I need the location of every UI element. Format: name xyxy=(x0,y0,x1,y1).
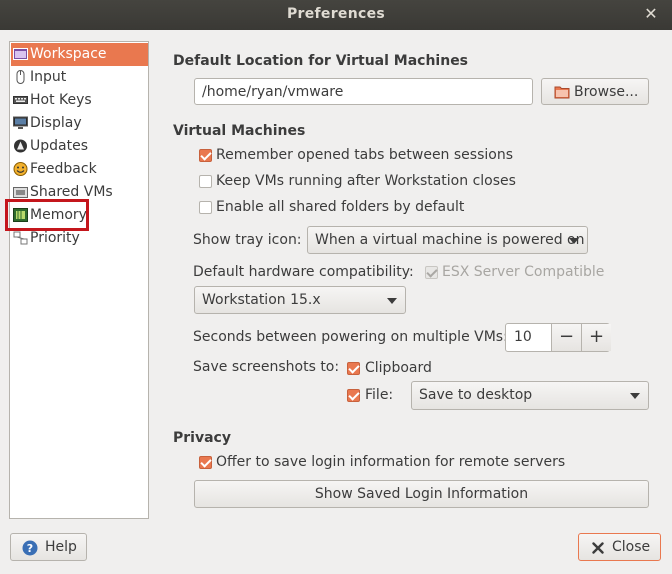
location-path-input[interactable]: /home/ryan/vmware xyxy=(194,78,533,105)
shared-vms-icon xyxy=(13,187,28,198)
keyboard-icon xyxy=(13,96,28,104)
sidebar-item-hot-keys[interactable]: Hot Keys xyxy=(11,89,148,112)
help-icon: ? xyxy=(22,540,38,556)
shared-folders-label: Enable all shared folders by default xyxy=(216,199,465,215)
priority-icon xyxy=(13,231,28,245)
seconds-label: Seconds between powering on multiple VMs… xyxy=(193,329,508,345)
browse-button[interactable]: Browse... xyxy=(541,78,649,105)
sidebar-item-display[interactable]: Display xyxy=(11,112,148,135)
title-bar[interactable]: Preferences ✕ xyxy=(0,0,672,30)
chevron-down-icon xyxy=(387,298,397,304)
mouse-icon xyxy=(16,70,25,84)
close-button[interactable]: Close xyxy=(578,533,661,561)
hw-compat-dropdown[interactable]: Workstation 15.x xyxy=(194,286,406,314)
chevron-down-icon xyxy=(569,238,579,244)
tray-icon-value: When a virtual machine is powered on xyxy=(315,232,585,248)
seconds-spinner[interactable]: 10 − + xyxy=(505,323,611,352)
help-button-label: Help xyxy=(45,539,77,555)
sidebar-item-label: Feedback xyxy=(30,161,97,177)
chevron-down-icon xyxy=(630,393,640,399)
show-saved-login-button[interactable]: Show Saved Login Information xyxy=(194,480,649,508)
sidebar-item-feedback[interactable]: Feedback xyxy=(11,158,148,181)
sidebar-item-label: Updates xyxy=(30,138,88,154)
sidebar-item-input[interactable]: Input xyxy=(11,66,148,89)
folder-icon xyxy=(554,86,570,99)
virtual-machines-heading: Virtual Machines xyxy=(173,123,306,139)
privacy-heading: Privacy xyxy=(173,430,231,446)
close-icon xyxy=(592,542,604,554)
sidebar-item-label: Hot Keys xyxy=(30,92,92,108)
sidebar-item-workspace[interactable]: Workspace xyxy=(11,43,148,66)
window-close-icon[interactable]: ✕ xyxy=(642,4,660,24)
sidebar-item-label: Display xyxy=(30,115,82,131)
increment-button[interactable]: + xyxy=(581,324,611,351)
seconds-value[interactable]: 10 xyxy=(514,324,532,351)
screenshots-label: Save screenshots to: xyxy=(193,359,340,375)
remember-tabs-checkbox[interactable] xyxy=(199,149,212,162)
offer-save-login-checkbox[interactable] xyxy=(199,456,212,469)
clipboard-label: Clipboard xyxy=(365,360,432,376)
sidebar-item-label: Input xyxy=(30,69,67,85)
file-destination-value: Save to desktop xyxy=(419,387,533,403)
preferences-sidebar: Workspace Input Hot Keys Display Updates… xyxy=(9,41,149,519)
file-destination-dropdown[interactable]: Save to desktop xyxy=(411,381,649,410)
updates-icon xyxy=(14,139,27,153)
sidebar-item-label: Workspace xyxy=(30,46,107,62)
workspace-icon xyxy=(13,48,28,60)
file-checkbox[interactable] xyxy=(347,389,360,402)
window-title: Preferences xyxy=(286,6,386,22)
shared-folders-checkbox[interactable] xyxy=(199,201,212,214)
hw-compat-label: Default hardware compatibility: xyxy=(193,264,414,280)
tray-icon-dropdown[interactable]: When a virtual machine is powered on xyxy=(307,226,588,254)
browse-button-label: Browse... xyxy=(574,84,639,100)
remember-tabs-label: Remember opened tabs between sessions xyxy=(216,147,514,163)
close-button-label: Close xyxy=(612,539,651,555)
sidebar-item-updates[interactable]: Updates xyxy=(11,135,148,158)
esx-compatible-label: ESX Server Compatible xyxy=(442,264,605,280)
memory-highlight-box xyxy=(5,199,89,231)
hw-compat-value: Workstation 15.x xyxy=(202,292,321,308)
keep-vms-running-label: Keep VMs running after Workstation close… xyxy=(216,173,516,189)
feedback-icon xyxy=(13,162,28,176)
tray-icon-label: Show tray icon: xyxy=(193,232,302,248)
decrement-button[interactable]: − xyxy=(551,324,581,351)
file-label: File: xyxy=(365,387,394,403)
monitor-icon xyxy=(13,116,28,129)
svg-text:?: ? xyxy=(27,542,33,555)
default-location-heading: Default Location for Virtual Machines xyxy=(173,53,469,69)
preferences-window: Preferences ✕ Workspace Input Hot Keys D… xyxy=(0,0,672,574)
offer-save-login-label: Offer to save login information for remo… xyxy=(216,454,566,470)
clipboard-checkbox[interactable] xyxy=(347,362,360,375)
help-button[interactable]: ? Help xyxy=(10,533,87,561)
keep-vms-running-checkbox[interactable] xyxy=(199,175,212,188)
esx-compatible-checkbox[interactable] xyxy=(425,266,438,279)
